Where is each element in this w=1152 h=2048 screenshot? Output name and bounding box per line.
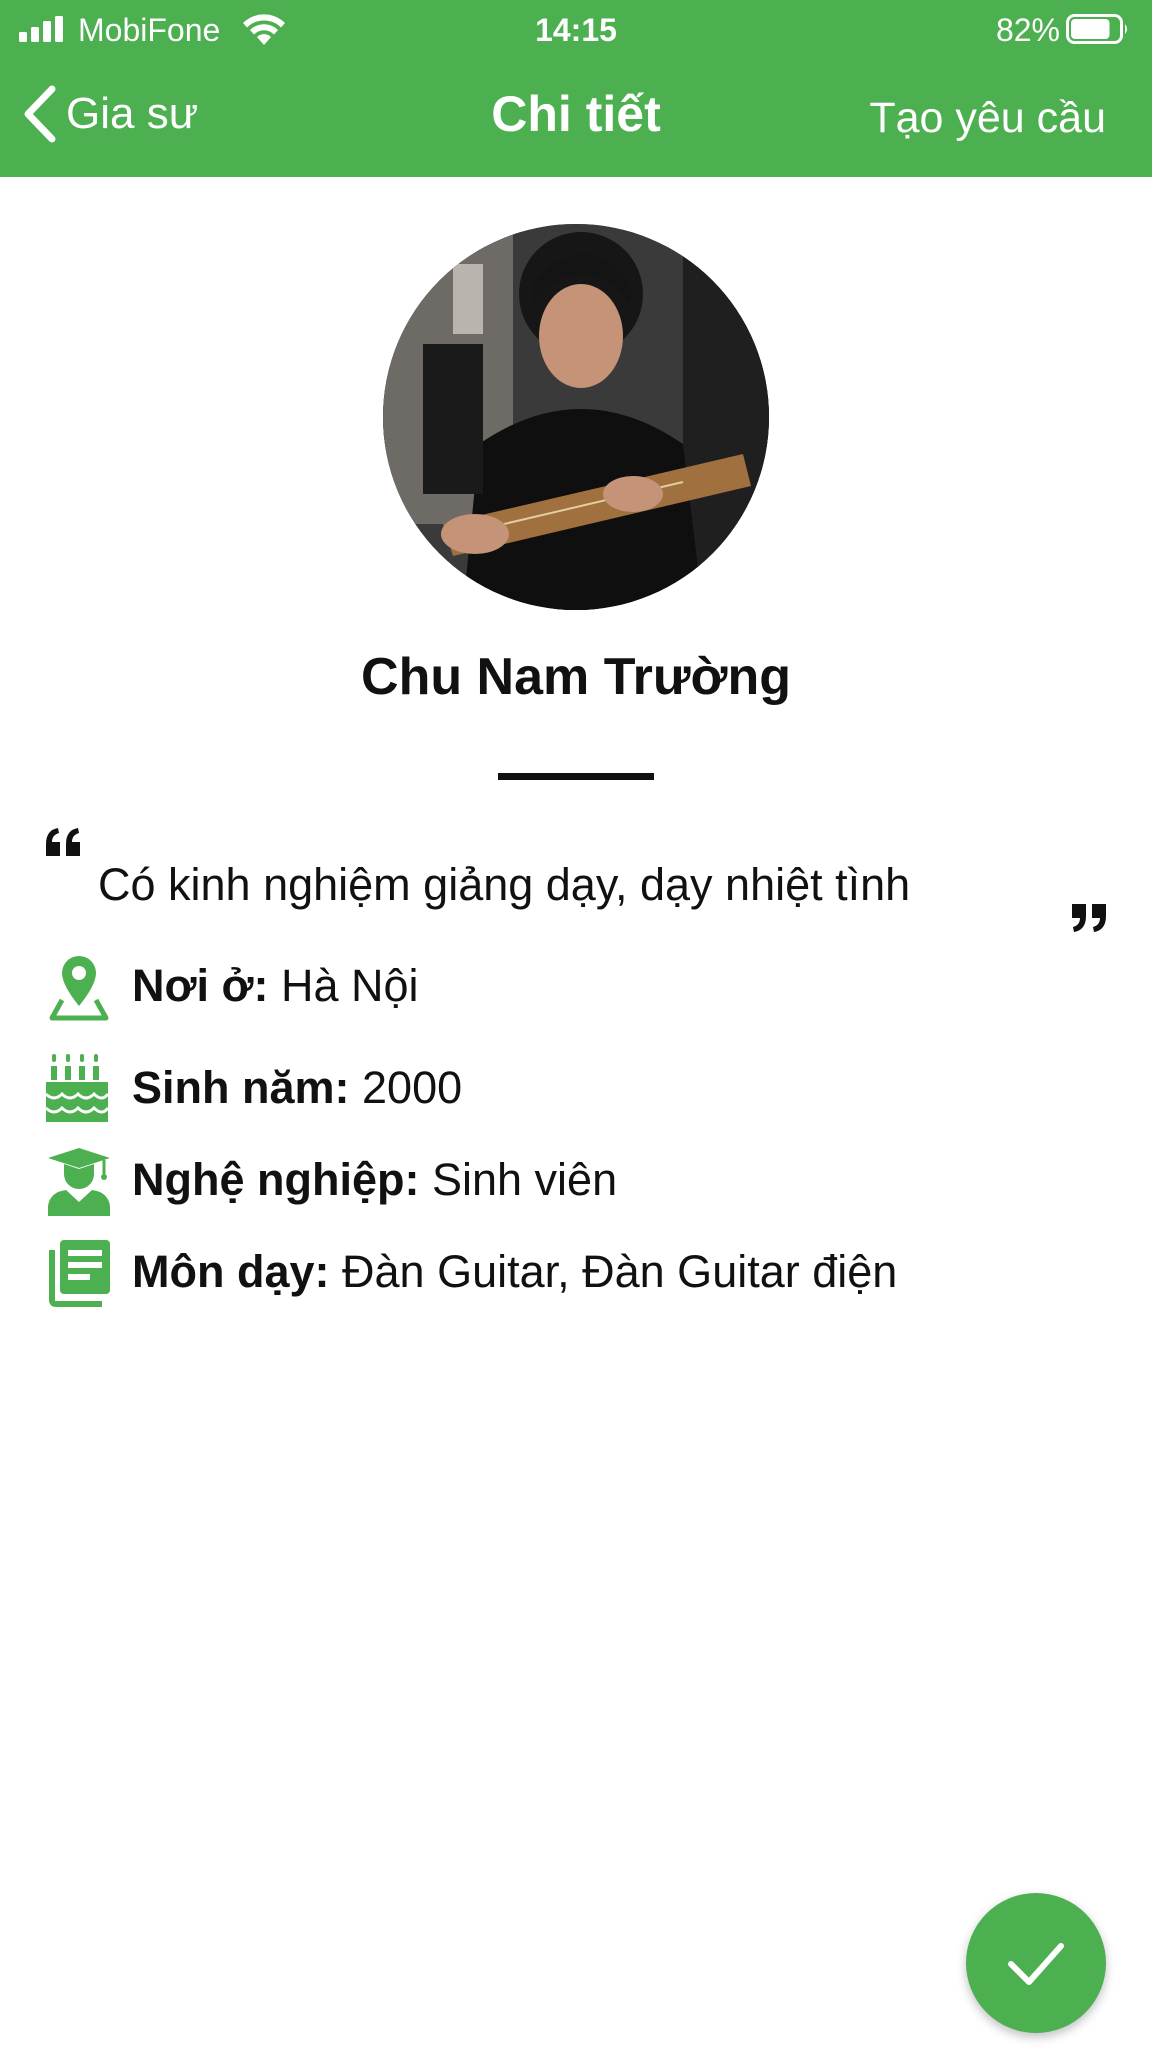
wifi-icon: [243, 14, 285, 45]
info-row-subjects: Môn dạy: Đàn Guitar, Đàn Guitar điện: [44, 1238, 1104, 1308]
info-occupation-label: Nghệ nghiệp:: [132, 1154, 420, 1205]
info-address-value: Hà Nội: [281, 960, 419, 1011]
info-address-text: Nơi ở: Hà Nội: [132, 956, 419, 1016]
location-pin-icon: [44, 952, 114, 1022]
status-bar: MobiFone 14:15 82%: [0, 0, 1152, 60]
battery-percent: 82%: [995, 12, 1060, 48]
chevron-left-icon: [24, 85, 56, 143]
avatar: [383, 224, 769, 610]
info-row-birth-year: Sinh năm: 2000: [44, 1054, 1104, 1124]
battery-icon: [1066, 14, 1127, 44]
status-time: 14:15: [535, 12, 617, 48]
create-request-button[interactable]: Tạo yêu cầu: [869, 90, 1106, 146]
info-row-address: Nơi ở: Hà Nội: [44, 952, 1104, 1022]
birthday-cake-icon: [44, 1054, 114, 1124]
navigation-bar: Gia sư Chi tiết Tạo yêu cầu: [0, 70, 1152, 177]
info-subjects-label: Môn dạy:: [132, 1246, 330, 1297]
open-quote-icon: [46, 828, 80, 856]
graduate-icon: [44, 1146, 114, 1216]
name-divider: [498, 773, 654, 780]
info-birth-year-value: 2000: [362, 1062, 463, 1113]
info-birth-year-text: Sinh năm: 2000: [132, 1058, 462, 1118]
back-button[interactable]: Gia sư: [20, 84, 198, 144]
tutor-detail-screen: MobiFone 14:15 82% Gia sư Chi tiết Tạo y…: [0, 0, 1152, 2048]
tutor-name: Chu Nam Trường: [361, 648, 791, 706]
info-occupation-value: Sinh viên: [431, 1154, 618, 1205]
confirm-button[interactable]: [966, 1893, 1106, 2033]
back-button-label: Gia sư: [66, 89, 199, 138]
app-header: MobiFone 14:15 82% Gia sư Chi tiết Tạo y…: [0, 0, 1152, 177]
checkmark-icon: [1008, 1943, 1064, 1985]
close-quote-icon: [1072, 904, 1106, 932]
info-birth-year-label: Sinh năm:: [132, 1062, 350, 1113]
info-row-occupation: Nghệ nghiệp: Sinh viên: [44, 1146, 1104, 1216]
info-occupation-text: Nghệ nghiệp: Sinh viên: [132, 1150, 617, 1210]
signal-strength-icon: [19, 16, 63, 42]
avatar-photo: [383, 224, 769, 610]
tutor-quote: Có kinh nghiệm giảng dạy, dạy nhiệt tình: [98, 859, 911, 910]
info-address-label: Nơi ở:: [132, 960, 269, 1011]
info-subjects-value: Đàn Guitar, Đàn Guitar điện: [342, 1246, 898, 1297]
page-title: Chi tiết: [491, 86, 661, 142]
info-subjects-text: Môn dạy: Đàn Guitar, Đàn Guitar điện: [132, 1242, 897, 1302]
carrier-name: MobiFone: [78, 12, 221, 48]
subjects-list-icon: [44, 1238, 114, 1308]
